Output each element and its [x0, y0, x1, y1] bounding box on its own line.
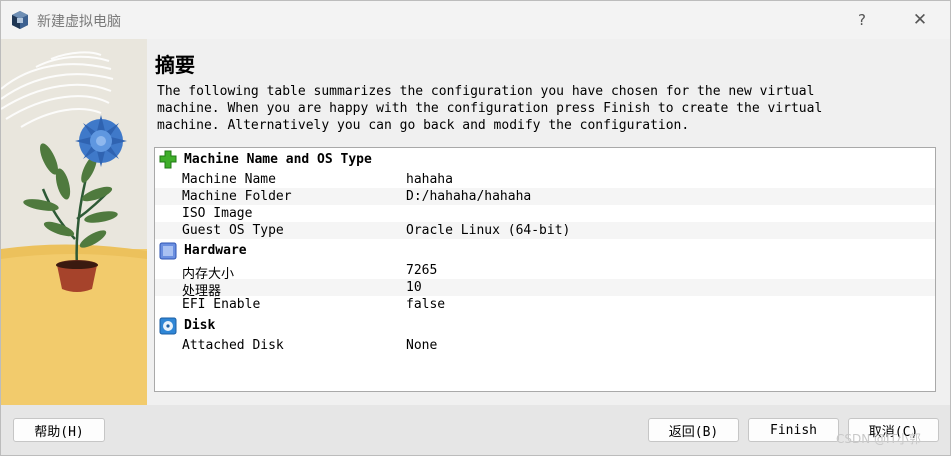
section-label: Hardware: [184, 243, 247, 258]
table-row[interactable]: 内存大小 7265: [155, 262, 935, 282]
summary-page: 摘要 The following table summarizes the co…: [147, 39, 950, 405]
section-hardware[interactable]: Hardware: [155, 240, 935, 261]
help-button[interactable]: 帮助(H): [13, 418, 105, 442]
close-icon: ✕: [912, 10, 928, 30]
watermark: CSDN @IT小郭: [836, 432, 921, 446]
row-key: Machine Folder: [182, 189, 292, 204]
row-value: 10: [406, 280, 422, 295]
flower-pot-illustration: [1, 39, 147, 405]
finish-button[interactable]: Finish: [748, 418, 839, 442]
section-label: Machine Name and OS Type: [184, 152, 372, 167]
row-key: Guest OS Type: [182, 223, 284, 238]
row-key: ISO Image: [182, 206, 253, 221]
clay-pot: [56, 260, 98, 292]
row-value: 7265: [406, 263, 438, 278]
green-puzzle-icon: [159, 150, 177, 169]
page-description: The following table summarizes the confi…: [157, 84, 823, 133]
help-titlebar-button[interactable]: ?: [839, 1, 885, 39]
row-key: Attached Disk: [182, 338, 284, 353]
summary-table[interactable]: Machine Name and OS Type Machine Name ha…: [154, 147, 936, 392]
section-label: Disk: [184, 318, 216, 333]
help-icon: ?: [858, 11, 866, 29]
table-row[interactable]: ISO Image: [155, 205, 935, 222]
section-machine-name-os[interactable]: Machine Name and OS Type: [155, 149, 935, 170]
close-button[interactable]: ✕: [897, 1, 943, 39]
row-value: None: [406, 338, 438, 353]
row-key: EFI Enable: [182, 297, 261, 312]
table-row[interactable]: Machine Folder D:/hahaha/hahaha: [155, 188, 935, 205]
chip-icon: [159, 242, 177, 260]
table-row[interactable]: EFI Enable false: [155, 296, 935, 313]
button-bar: 帮助(H) 返回(B) Finish 取消(C): [1, 405, 950, 455]
virtualbox-cube-icon: [12, 11, 28, 29]
table-row[interactable]: Attached Disk None: [155, 337, 935, 354]
page-title: 摘要: [155, 53, 195, 77]
row-value: D:/hahaha/hahaha: [406, 189, 532, 204]
row-value: hahaha: [406, 172, 453, 187]
section-disk[interactable]: Disk: [155, 315, 935, 336]
row-value: false: [406, 297, 446, 312]
wizard-illustration: [1, 39, 147, 405]
row-key: Machine Name: [182, 172, 276, 187]
new-vm-dialog: 新建虚拟电脑 ? ✕ 摘要 The following table summar…: [0, 0, 951, 456]
back-button[interactable]: 返回(B): [648, 418, 739, 442]
table-row[interactable]: Machine Name hahaha: [155, 171, 935, 188]
table-row[interactable]: Guest OS Type Oracle Linux (64-bit): [155, 222, 935, 239]
title-bar[interactable]: 新建虚拟电脑 ? ✕: [1, 1, 950, 39]
row-value: Oracle Linux (64-bit): [406, 223, 571, 238]
hard-disk-icon: [159, 317, 177, 335]
window-title: 新建虚拟电脑: [37, 14, 121, 30]
table-row[interactable]: 处理器 10: [155, 279, 935, 299]
